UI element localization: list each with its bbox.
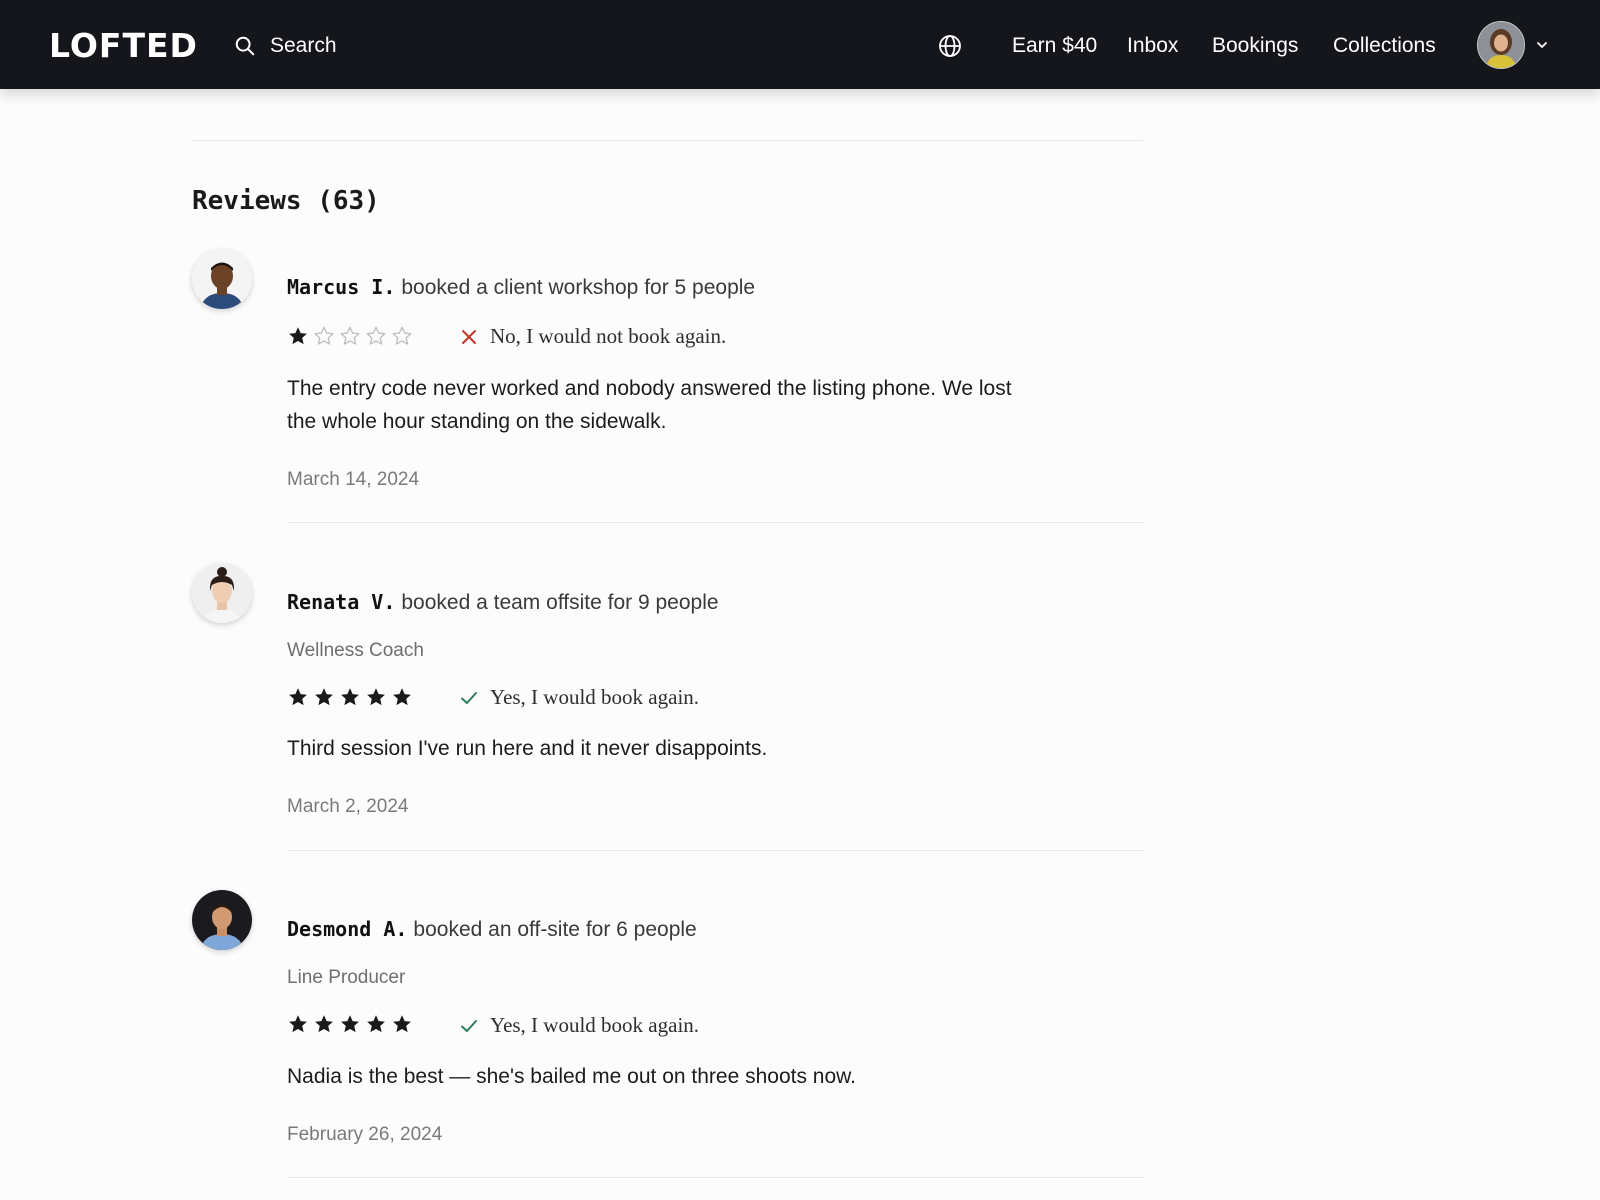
review-divider [287,522,1143,523]
star-rating [287,1013,417,1035]
search-label: Search [270,34,337,57]
nav-link-collections[interactable]: Collections [1333,31,1436,61]
book-again-verdict: Yes, I would book again. [460,685,699,710]
review-header: Marcus I. booked a client workshop for 5 … [287,272,755,305]
checkmark-icon [461,1019,477,1032]
verdict-text: Yes, I would book again. [490,685,700,709]
star-filled-icon [367,688,385,706]
star-filled-icon [341,1015,359,1033]
review-text: Nadia is the best — she's bailed me out … [287,1065,857,1088]
booking-summary: booked a team offsite for 9 people [401,591,719,614]
star-filled-icon [289,688,307,706]
review-date: February 26, 2024 [287,1124,443,1145]
search-icon [235,36,255,56]
nav-link-earn[interactable]: Earn $40 [1012,31,1097,61]
reviewer-role: Line Producer [287,967,406,988]
review-header: Renata V. booked a team offsite for 9 peo… [287,587,719,620]
star-rating [287,686,417,708]
user-menu-button[interactable] [1477,21,1549,69]
review-date: March 2, 2024 [287,796,409,817]
star-empty-icon [392,326,412,345]
verdict-text: Yes, I would book again. [490,1013,700,1037]
reviewer-role: Wellness Coach [287,640,424,661]
nav-link-inbox[interactable]: Inbox [1127,31,1178,61]
review-text: Third session I've run here and it never… [287,737,768,760]
review-text: The entry code never worked and nobody a… [287,377,1012,433]
booking-summary: booked an off-site for 6 people [413,918,697,941]
star-empty-icon [340,326,360,345]
review-divider [287,850,1143,851]
star-filled-icon [393,1015,411,1033]
avatar [1477,21,1525,69]
chevron-down-icon [1537,42,1547,48]
search-button[interactable]: Search [234,30,337,62]
reviewer-avatar [192,563,252,623]
star-filled-icon [289,1015,307,1033]
star-filled-icon [315,688,333,706]
star-filled-icon [367,1015,385,1033]
booking-summary: booked a client workshop for 5 people [401,276,756,299]
reviewer-avatar [192,249,252,309]
book-again-verdict: No, I would not book again. [460,324,726,349]
reviews-heading: Reviews (63) [192,186,380,216]
reviewer-name[interactable]: Marcus I. [287,275,395,299]
top-nav-bar: LOFTED Search Earn $40 Inbox Bookings Co… [0,0,1600,89]
star-filled-icon [341,688,359,706]
star-empty-icon [314,326,334,345]
review-divider [287,1177,1143,1178]
verdict-text: No, I would not book again. [490,324,727,348]
logo[interactable]: LOFTED [49,26,198,66]
star-filled-icon [315,1015,333,1033]
star-filled-icon [289,327,307,345]
reviewer-avatar [192,890,252,950]
nav-link-bookings[interactable]: Bookings [1212,31,1298,61]
globe-icon[interactable] [938,34,962,58]
reviewer-name[interactable]: Desmond A. [287,917,407,941]
x-icon [462,329,476,344]
star-filled-icon [393,688,411,706]
reviewer-name[interactable]: Renata V. [287,590,395,614]
star-rating [287,325,417,347]
review-header: Desmond A. booked an off-site for 6 peopl… [287,914,697,947]
checkmark-icon [461,691,477,704]
book-again-verdict: Yes, I would book again. [460,1013,699,1038]
star-empty-icon [366,326,386,345]
section-divider [192,140,1143,141]
review-date: March 14, 2024 [287,469,420,490]
